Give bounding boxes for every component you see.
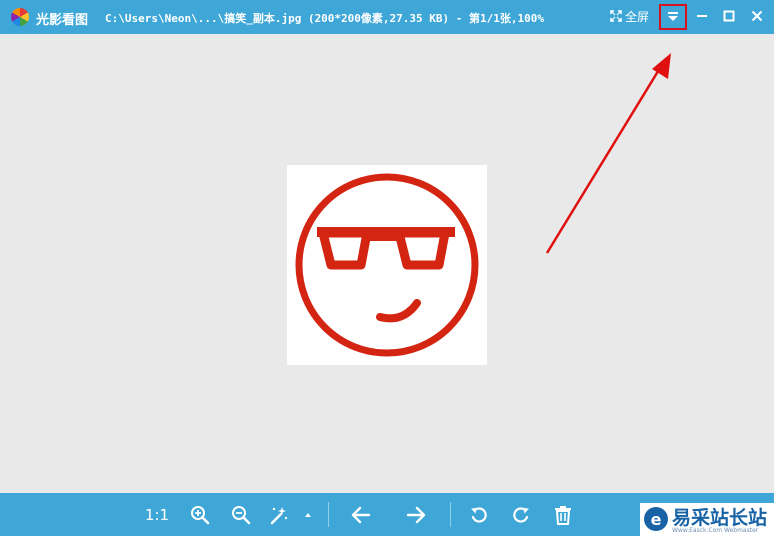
- annotation-arrow: [545, 53, 671, 254]
- watermark-logo-icon: e: [644, 507, 668, 531]
- rotate-left-button[interactable]: [466, 501, 492, 529]
- magic-wand-dropdown[interactable]: [302, 501, 314, 529]
- rotate-right-button[interactable]: [508, 501, 534, 529]
- zoom-in-button[interactable]: [187, 501, 213, 529]
- rotate-right-icon: [513, 507, 529, 523]
- zoom-out-button[interactable]: [228, 501, 254, 529]
- previous-image-button[interactable]: [348, 501, 374, 529]
- toolbar-divider: [328, 502, 329, 527]
- toolbar-divider: [450, 502, 451, 527]
- zoom-in-icon: [191, 506, 210, 525]
- magic-wand-icon: [270, 507, 288, 525]
- chevron-up-icon: [305, 513, 311, 517]
- trash-icon: [555, 506, 571, 525]
- svg-text:e: e: [651, 510, 662, 529]
- next-arrow-icon: [406, 506, 426, 524]
- watermark-url: Www.Easck.Com Webmaster: [672, 527, 759, 534]
- watermark-name: 易采站长站: [672, 507, 768, 529]
- next-image-button[interactable]: [403, 501, 429, 529]
- actual-size-button[interactable]: 1:1: [143, 501, 171, 529]
- delete-button[interactable]: [551, 501, 575, 529]
- magic-wand-button[interactable]: [266, 501, 290, 529]
- zoom-out-icon: [232, 506, 251, 525]
- previous-arrow-icon: [351, 506, 371, 524]
- site-watermark: e 易采站长站 Www.Easck.Com Webmaster: [640, 503, 774, 536]
- rotate-left-icon: [471, 507, 487, 523]
